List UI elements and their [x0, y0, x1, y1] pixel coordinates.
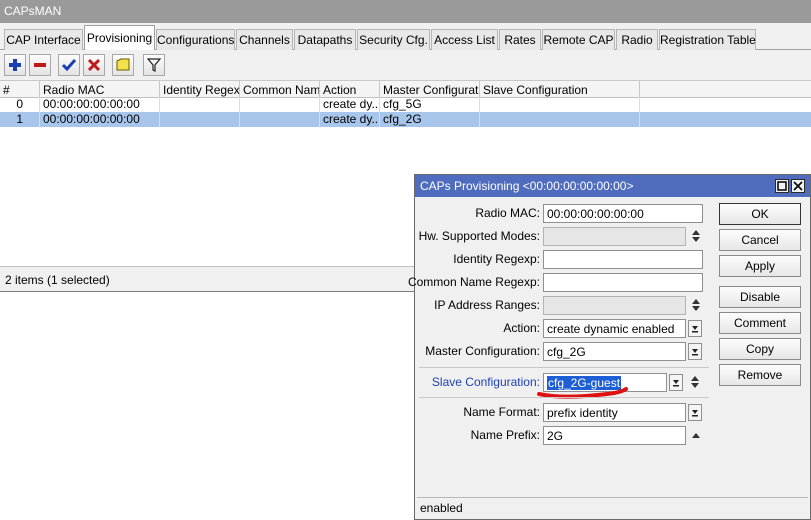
column-header-master-configuration[interactable]: Master Configurati...: [380, 81, 480, 98]
separator: [419, 367, 709, 368]
slave-updown-icon[interactable]: [688, 373, 702, 391]
tab-rates[interactable]: Rates: [499, 29, 541, 50]
identity-regexp-field[interactable]: [543, 250, 703, 269]
comment-button[interactable]: [112, 54, 134, 76]
row-radio-mac: 00:00:00:00:00:00: [40, 112, 160, 127]
row-identity-regexp: [160, 112, 240, 127]
tab-datapaths[interactable]: Datapaths: [294, 29, 356, 50]
caps-provisioning-dialog: CAPs Provisioning <00:00:00:00:00:00> Ra…: [408, 174, 811, 520]
radio-mac-field[interactable]: 00:00:00:00:00:00: [543, 204, 703, 223]
row-slave-configuration: [480, 112, 640, 127]
checkmark-icon: [62, 59, 76, 72]
column-header-action[interactable]: Action: [320, 81, 380, 98]
cancel-button[interactable]: Cancel: [719, 229, 801, 251]
row-number: 1: [0, 112, 40, 127]
master-configuration-select[interactable]: cfg_2G: [543, 342, 686, 361]
maximize-button[interactable]: [775, 179, 789, 193]
column-header-radio-mac[interactable]: Radio MAC: [40, 81, 160, 98]
filter-icon: [147, 58, 161, 72]
toolbar: [0, 50, 811, 80]
name-prefix-field[interactable]: 2G: [543, 426, 686, 445]
common-name-regexp-field[interactable]: [543, 273, 703, 292]
close-button[interactable]: [791, 179, 805, 193]
plus-icon: [9, 59, 21, 71]
master-dropdown-button[interactable]: [688, 343, 702, 360]
ip-ranges-updown-icon[interactable]: [689, 296, 703, 314]
filter-button[interactable]: [143, 54, 165, 76]
disable-button[interactable]: Disable: [719, 286, 801, 308]
row-common-name: [240, 112, 320, 127]
common-name-regexp-label: Common Name Regexp:: [407, 275, 540, 289]
tab-cap-interface[interactable]: CAP Interface: [4, 29, 83, 50]
table-row[interactable]: 0 00:00:00:00:00:00 create dy... cfg_5G: [0, 97, 811, 112]
x-icon: [87, 58, 101, 72]
name-format-select[interactable]: prefix identity: [543, 403, 686, 422]
hw-modes-updown-icon[interactable]: [689, 227, 703, 245]
action-dropdown-button[interactable]: [688, 320, 702, 337]
tab-bar: CAP Interface Provisioning Configuration…: [0, 23, 811, 51]
column-header-slave-configuration[interactable]: Slave Configuration: [480, 81, 640, 98]
remove-button[interactable]: [29, 54, 51, 76]
remove-button[interactable]: Remove: [719, 364, 801, 386]
tab-provisioning[interactable]: Provisioning: [84, 25, 155, 51]
row-slave-configuration: [480, 97, 640, 112]
minus-icon: [34, 63, 46, 67]
tab-security-cfg[interactable]: Security Cfg.: [357, 29, 430, 50]
comment-button[interactable]: Comment: [719, 312, 801, 334]
ok-button[interactable]: OK: [719, 203, 801, 225]
name-prefix-collapse-icon[interactable]: [689, 426, 703, 444]
action-label: Action:: [503, 321, 540, 335]
master-configuration-label: Master Configuration:: [425, 344, 540, 358]
dialog-status: enabled: [417, 497, 808, 517]
note-icon: [116, 58, 130, 71]
tab-channels[interactable]: Channels: [236, 29, 293, 50]
enable-button[interactable]: [58, 54, 80, 76]
dropdown-arrow-icon: [692, 409, 698, 416]
row-action: create dy...: [320, 97, 380, 112]
name-format-label: Name Format:: [463, 405, 540, 419]
slave-configuration-label: Slave Configuration:: [431, 375, 540, 389]
dialog-title-text: CAPs Provisioning <00:00:00:00:00:00>: [420, 179, 634, 193]
row-action: create dy...: [320, 112, 380, 127]
identity-regexp-label: Identity Regexp:: [453, 252, 540, 266]
name-format-dropdown-button[interactable]: [688, 404, 702, 421]
tab-remote-cap[interactable]: Remote CAP: [542, 29, 615, 50]
row-identity-regexp: [160, 97, 240, 112]
hw-supported-modes-field[interactable]: [543, 227, 686, 246]
dropdown-arrow-icon: [692, 348, 698, 355]
ip-address-ranges-field[interactable]: [543, 296, 686, 315]
column-header-identity-regexp[interactable]: Identity Regexp: [160, 81, 240, 98]
row-master-configuration: cfg_2G: [380, 112, 480, 127]
tab-configurations[interactable]: Configurations: [156, 29, 235, 50]
tab-registration-table[interactable]: Registration Table: [659, 29, 756, 50]
separator: [419, 397, 709, 398]
column-header-common-name[interactable]: Common Nam...: [240, 81, 320, 98]
window-title: CAPsMAN: [0, 0, 811, 23]
close-icon: [793, 181, 803, 191]
action-select[interactable]: create dynamic enabled: [543, 319, 686, 338]
tab-radio[interactable]: Radio: [616, 29, 658, 50]
row-number: 0: [0, 97, 40, 112]
name-prefix-label: Name Prefix:: [470, 428, 540, 442]
row-master-configuration: cfg_5G: [380, 97, 480, 112]
table-row-selected[interactable]: 1 00:00:00:00:00:00 create dy... cfg_2G: [0, 112, 811, 127]
tab-access-list[interactable]: Access List: [431, 29, 498, 50]
row-radio-mac: 00:00:00:00:00:00: [40, 97, 160, 112]
table-header: # Radio MAC Identity Regexp Common Nam..…: [0, 81, 811, 98]
dropdown-arrow-icon: [673, 379, 679, 386]
maximize-icon: [777, 181, 787, 191]
hw-supported-modes-label: Hw. Supported Modes:: [418, 229, 540, 243]
column-header-num[interactable]: #: [0, 81, 40, 98]
ip-address-ranges-label: IP Address Ranges:: [434, 298, 540, 312]
copy-button[interactable]: Copy: [719, 338, 801, 360]
dialog-title: CAPs Provisioning <00:00:00:00:00:00>: [415, 175, 810, 197]
disable-button[interactable]: [83, 54, 105, 76]
add-button[interactable]: [4, 54, 26, 76]
radio-mac-label: Radio MAC:: [475, 206, 540, 220]
dropdown-arrow-icon: [692, 325, 698, 332]
row-common-name: [240, 97, 320, 112]
slave-dropdown-button[interactable]: [669, 374, 683, 391]
apply-button[interactable]: Apply: [719, 255, 801, 277]
